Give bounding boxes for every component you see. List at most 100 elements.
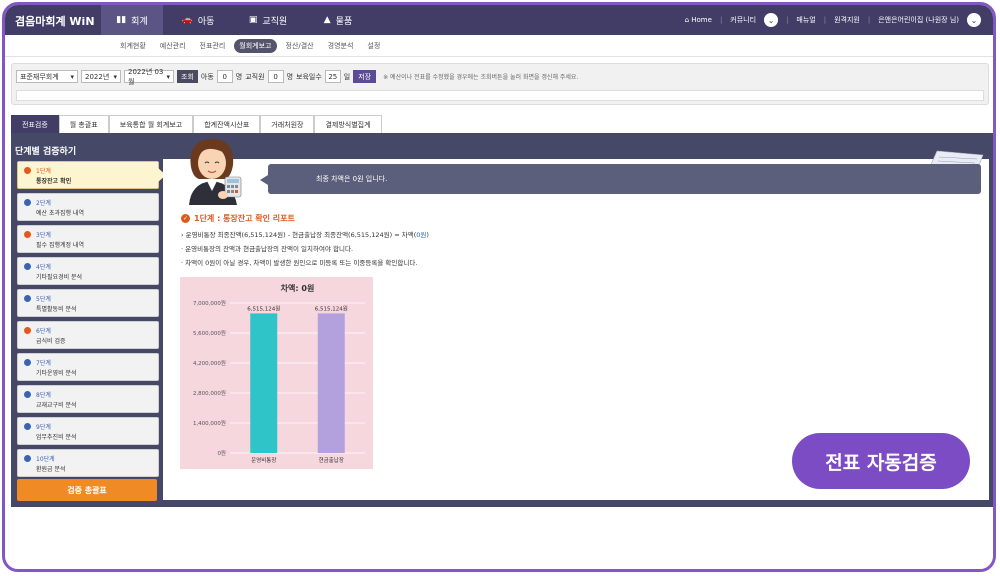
step-dot-icon bbox=[24, 455, 31, 462]
tab-vendor-ledger[interactable]: 거래처원장 bbox=[260, 115, 315, 133]
user-menu-chevron-icon[interactable]: ⌄ bbox=[967, 13, 981, 27]
days-input[interactable]: 25 bbox=[324, 70, 341, 83]
sub-nav: 회계현황 예산관리 전표관리 월회계보고 정산/결산 경영분석 설정 bbox=[5, 35, 993, 57]
subnav-item[interactable]: 회계현황 bbox=[115, 39, 151, 53]
step-dot-icon bbox=[24, 359, 31, 366]
home-link[interactable]: ⌂ Home bbox=[685, 16, 712, 24]
subnav-item[interactable]: 설정 bbox=[362, 39, 385, 53]
step-item-1[interactable]: 1단계 통장잔고 확인 bbox=[17, 161, 166, 189]
tab-trial-balance[interactable]: 합계잔액시산표 bbox=[193, 115, 261, 133]
chart-svg: 차액: 0원 0원 1,400,000원 2,800,000원 4,200,000원 5,… bbox=[193, 283, 365, 464]
staff-count-input[interactable]: 0 bbox=[267, 70, 284, 83]
month-select[interactable]: 2022년 03월 ▾ bbox=[124, 68, 174, 86]
app-frame: 겸음마회계 WiN ▮▮ 회계 🚗 아동 ▣ 교직원 ▲ 물품 ⌂ Home |… bbox=[2, 2, 996, 572]
balance-chart: 차액: 0원 0원 1,400,000원 2,800,000원 4,200,000원 5,… bbox=[180, 277, 373, 469]
step-dot-icon bbox=[24, 263, 31, 270]
y-tick-label: 1,400,000원 bbox=[193, 419, 226, 427]
y-tick-label: 2,800,000원 bbox=[193, 389, 226, 397]
y-tick-label: 7,000,000원 bbox=[193, 299, 226, 307]
x-tick-label: 현금출납장 bbox=[319, 456, 344, 464]
staff-unit: 명 bbox=[286, 72, 294, 81]
id-card-icon: ▣ bbox=[248, 15, 258, 25]
step-item-2[interactable]: 2단계 예산 초과집행 내역 bbox=[17, 193, 159, 221]
auto-verify-badge: 전표 자동검증 bbox=[792, 433, 970, 489]
tab-integrated-report[interactable]: 보육통합 월 회계보고 bbox=[108, 115, 194, 133]
main-nav-staff[interactable]: ▣ 교직원 bbox=[233, 5, 303, 35]
days-label: 보육일수 bbox=[296, 72, 322, 81]
result-bubble: 최종 차액은 0원 입니다. bbox=[260, 164, 981, 194]
message-bar bbox=[16, 90, 984, 101]
report-line-note2: · 차액이 0원이 아닐 경우, 차액이 발생한 원인으로 미등록 또는 이중등… bbox=[181, 259, 418, 267]
divider: | bbox=[867, 16, 871, 24]
tab-monthly-summary[interactable]: 월 총괄표 bbox=[58, 115, 109, 133]
step-dot-icon bbox=[24, 199, 31, 206]
days-unit: 일 bbox=[343, 72, 351, 81]
notice-text: ※ 예산이나 전표를 수정했을 경우에는 조회버튼을 눌러 화면을 갱신해 주세… bbox=[383, 74, 579, 81]
remote-support-link[interactable]: 원격지원 bbox=[834, 15, 860, 25]
search-button[interactable]: 조회 bbox=[177, 70, 198, 83]
step-dot-icon bbox=[24, 327, 31, 334]
child-label: 아동 bbox=[200, 72, 214, 81]
divider: | bbox=[719, 16, 723, 24]
step-dot-icon bbox=[24, 423, 31, 430]
child-count-input[interactable]: 0 bbox=[216, 70, 233, 83]
chevron-down-icon[interactable]: ⌄ bbox=[764, 13, 779, 27]
top-bar: 겸음마회계 WiN ▮▮ 회계 🚗 아동 ▣ 교직원 ▲ 물품 ⌂ Home |… bbox=[5, 5, 993, 35]
main-nav-children[interactable]: 🚗 아동 bbox=[163, 5, 233, 35]
step-item-6[interactable]: 6단계 급식비 검증 bbox=[17, 321, 159, 349]
bar-chart-icon: ▮▮ bbox=[116, 15, 127, 25]
main-nav-goods[interactable]: ▲ 물품 bbox=[303, 5, 373, 35]
step-item-4[interactable]: 4단계 기타필요경비 분석 bbox=[17, 257, 159, 285]
divider: | bbox=[823, 16, 827, 24]
subnav-item-monthly-report[interactable]: 월회계보고 bbox=[234, 39, 277, 53]
step-item-9[interactable]: 9단계 업무추진비 분석 bbox=[17, 417, 159, 445]
tab-bar: 전표검증 월 총괄표 보육통합 월 회계보고 합계잔액시산표 거래처원장 결제방… bbox=[11, 115, 382, 133]
main-nav-accounting[interactable]: ▮▮ 회계 bbox=[101, 5, 163, 35]
step-dot-icon bbox=[24, 167, 31, 174]
staff-label: 교직원 bbox=[245, 72, 265, 81]
manual-link[interactable]: 매뉴얼 bbox=[796, 15, 815, 25]
step-list: 1단계 통장잔고 확인 2단계 예산 초과집행 내역 3단계 필수 집행계정 내역 4… bbox=[17, 161, 166, 481]
account-type-select[interactable]: 표준재무회계 ▾ bbox=[16, 70, 78, 83]
y-tick-label: 4,200,000원 bbox=[193, 359, 226, 367]
step-item-3[interactable]: 3단계 필수 집행계정 내역 bbox=[17, 225, 159, 253]
step-dot-icon bbox=[24, 231, 31, 238]
tab-voucher-check[interactable]: 전표검증 bbox=[11, 115, 59, 133]
save-button[interactable]: 저장 bbox=[353, 70, 377, 83]
subnav-item[interactable]: 예산관리 bbox=[155, 39, 191, 53]
bar-value-label: 6,515,124원 bbox=[315, 304, 348, 312]
chart-title: 차액: 0원 bbox=[281, 283, 315, 293]
bar-value-label: 6,515,124원 bbox=[247, 304, 280, 312]
step-dot-icon bbox=[24, 391, 31, 398]
chevron-down-icon: ▾ bbox=[166, 72, 170, 81]
step-item-10[interactable]: 10단계 환원금 분석 bbox=[17, 449, 159, 477]
accountant-character-illustration bbox=[189, 139, 242, 205]
boxes-icon: ▲ bbox=[323, 15, 331, 25]
report-title: ✓ 1단계 : 통장잔고 확인 리포트 bbox=[181, 214, 295, 223]
subnav-item[interactable]: 전표관리 bbox=[195, 39, 231, 53]
step-item-7[interactable]: 7단계 기타운영비 분석 bbox=[17, 353, 159, 381]
brand-logo[interactable]: 겸음마회계 WiN bbox=[15, 13, 95, 29]
check-icon: ✓ bbox=[181, 214, 190, 223]
bar-1 bbox=[250, 313, 278, 453]
tab-payment-summary[interactable]: 결제방식별집계 bbox=[314, 115, 382, 133]
summary-button[interactable]: 검증 총괄표 bbox=[17, 479, 157, 501]
x-tick-label: 운영비통장 bbox=[251, 456, 276, 464]
chevron-down-icon: ▾ bbox=[70, 72, 74, 81]
chevron-down-icon: ▾ bbox=[113, 72, 117, 81]
user-name: 은앤은어린이집 (나원장 님) bbox=[878, 16, 959, 24]
step-item-5[interactable]: 5단계 특별활동비 분석 bbox=[17, 289, 159, 317]
year-select[interactable]: 2022년 ▾ bbox=[81, 70, 121, 83]
y-tick-label: 5,600,000원 bbox=[193, 329, 226, 337]
filter-bar: 표준재무회계 ▾ 2022년 ▾ 2022년 03월 ▾ 조회 아동 0 명 교직원 … bbox=[11, 63, 989, 105]
car-icon: 🚗 bbox=[181, 15, 193, 25]
community-link[interactable]: 커뮤니티 bbox=[730, 15, 756, 25]
subnav-item[interactable]: 경영분석 bbox=[323, 39, 359, 53]
child-unit: 명 bbox=[235, 72, 243, 81]
top-right-menu: ⌂ Home | 커뮤니티 ⌄ | 매뉴얼 | 원격지원 | 은앤은어린이집 (… bbox=[685, 5, 981, 35]
subnav-item[interactable]: 정산/결산 bbox=[281, 39, 319, 53]
panel-title: 단계별 검증하기 bbox=[15, 147, 77, 157]
report-line-formula: › 운영비통장 최종잔액(6,515,124원) - 현금출납장 최종잔액(6,… bbox=[181, 231, 429, 239]
divider: | bbox=[786, 16, 789, 24]
step-item-8[interactable]: 8단계 교재교구비 분석 bbox=[17, 385, 159, 413]
